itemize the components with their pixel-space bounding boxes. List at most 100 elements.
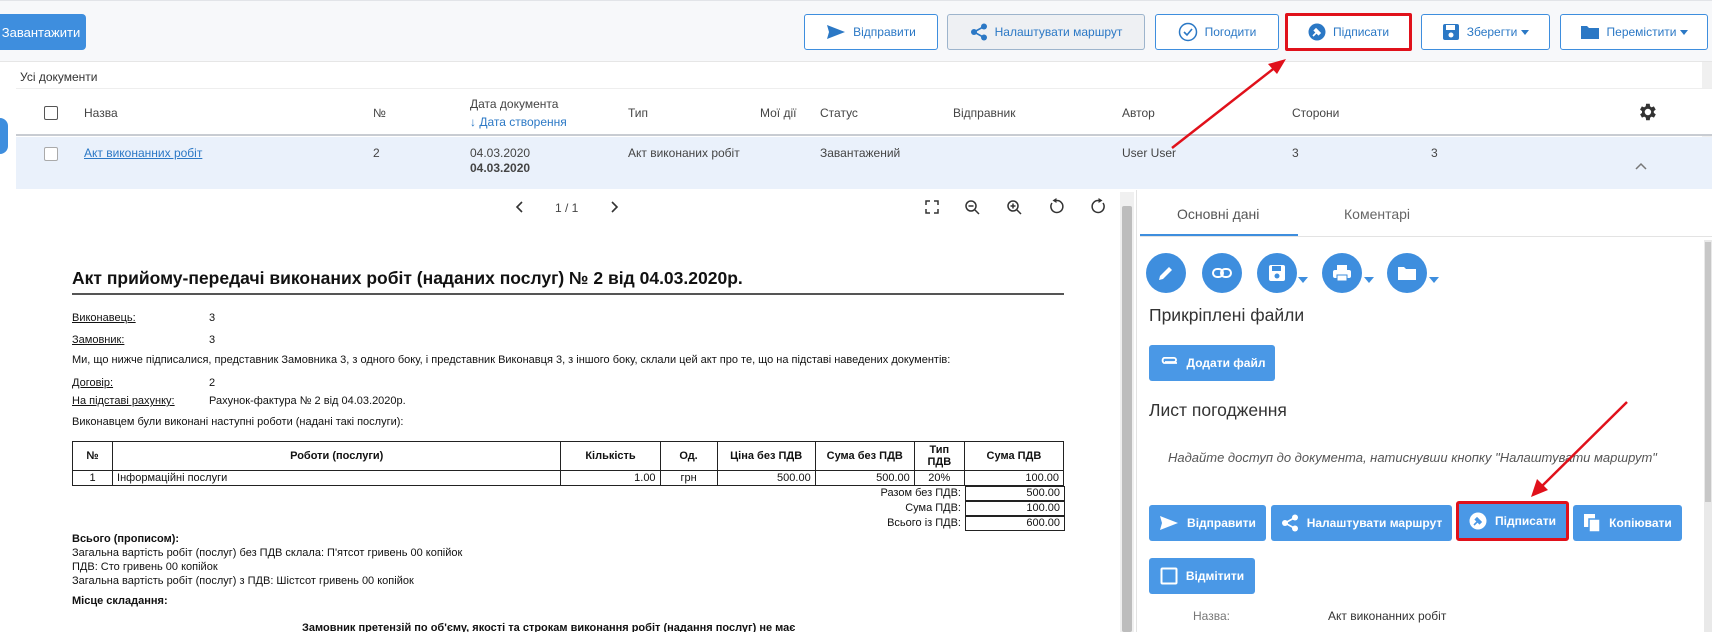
- save-dropdown-button[interactable]: Зберегти: [1421, 14, 1550, 50]
- panel-sign-button[interactable]: Підписати: [1456, 501, 1569, 541]
- column-parties[interactable]: Сторони: [1292, 106, 1339, 120]
- add-file-button[interactable]: Додати файл: [1149, 345, 1275, 381]
- column-author[interactable]: Автор: [1122, 106, 1155, 120]
- share-icon: [970, 23, 987, 41]
- sign-button[interactable]: Підписати: [1285, 13, 1412, 51]
- panel-route-button[interactable]: Налаштувати маршрут: [1271, 505, 1452, 541]
- tab-main-data[interactable]: Основні дані: [1177, 206, 1259, 222]
- customer-value: 3: [209, 334, 216, 346]
- column-my-actions[interactable]: Мої дії: [760, 106, 796, 120]
- col-sum: Сума без ПДВ: [814, 441, 915, 471]
- place-title: Місце складання:: [72, 595, 168, 607]
- row-status: Завантажений: [820, 146, 901, 160]
- cell-no: 1: [71, 470, 114, 486]
- fullscreen-icon[interactable]: [924, 199, 940, 215]
- column-name[interactable]: Назва: [84, 106, 118, 120]
- gear-icon[interactable]: [1636, 101, 1658, 123]
- column-created-sort[interactable]: ↓ Дата створення: [470, 115, 567, 129]
- tab-comments[interactable]: Коментарі: [1344, 206, 1410, 222]
- row-checkbox[interactable]: [44, 147, 58, 161]
- works-table-header: № Роботи (послуги) Кількість Од. Ціна бе…: [71, 441, 1065, 471]
- customer-label: Замовник:: [72, 334, 125, 346]
- pencil-icon: [1159, 267, 1172, 280]
- row-extra: 3: [1431, 146, 1438, 160]
- works-table: № Роботи (послуги) Кількість Од. Ціна бе…: [71, 441, 1065, 486]
- chevron-down-icon[interactable]: [1298, 277, 1308, 283]
- folder-icon: [1580, 26, 1599, 39]
- save-icon: [1269, 265, 1285, 281]
- print-menu-button[interactable]: [1322, 253, 1362, 293]
- column-number[interactable]: №: [373, 106, 386, 120]
- intro-text: Ми, що нижче підписалися, представник За…: [72, 354, 951, 366]
- column-status[interactable]: Статус: [820, 106, 858, 120]
- approve-label: Погодити: [1204, 25, 1257, 39]
- works-intro: Виконавцем були виконані наступні роботи…: [72, 416, 404, 428]
- next-page-icon[interactable]: [608, 200, 620, 214]
- panel-copy-button[interactable]: Копіювати: [1573, 505, 1682, 541]
- rotate-left-icon[interactable]: [1048, 198, 1065, 215]
- sign-icon: [1469, 512, 1487, 530]
- route-button[interactable]: Налаштувати маршрут: [947, 14, 1145, 50]
- prev-page-icon[interactable]: [514, 200, 526, 214]
- row-author: User User: [1122, 146, 1177, 160]
- cell-sum: 500.00: [814, 470, 915, 486]
- move-label: Перемістити: [1606, 25, 1677, 39]
- move-dropdown-button[interactable]: Перемістити: [1560, 14, 1708, 50]
- zoom-in-icon[interactable]: [1006, 199, 1023, 216]
- total-with-vat-value: 600.00: [965, 516, 1065, 531]
- col-works: Роботи (послуги): [112, 441, 562, 471]
- send-button[interactable]: Відправити: [804, 14, 938, 50]
- document-link[interactable]: Акт виконанних робіт: [84, 146, 202, 160]
- detail-name-value: Акт виконанних робіт: [1328, 609, 1447, 623]
- upload-button[interactable]: Завантажити: [0, 14, 86, 50]
- row-number: 2: [373, 146, 380, 160]
- invoice-label: На підставі рахунку:: [72, 395, 175, 407]
- executor-value: 3: [209, 312, 216, 324]
- cell-qty: 1.00: [560, 470, 661, 486]
- column-date[interactable]: Дата документа: [470, 97, 558, 111]
- row-type: Акт виконаних робіт: [628, 146, 740, 160]
- save-menu-button[interactable]: [1257, 253, 1297, 293]
- words-line-2: ПДВ: Сто гривень 00 копійок: [72, 561, 218, 573]
- link-icon: [1212, 268, 1232, 278]
- panel-send-button[interactable]: Відправити: [1149, 505, 1266, 541]
- approve-button[interactable]: Погодити: [1155, 14, 1279, 50]
- cell-price: 500.00: [716, 470, 816, 486]
- chevron-down-icon[interactable]: [1364, 277, 1374, 283]
- panel-sign-label: Підписати: [1495, 514, 1556, 528]
- panel-mark-button[interactable]: Відмітити: [1149, 558, 1255, 594]
- approval-sheet-title: Лист погодження: [1149, 400, 1287, 420]
- total-vat-label: Сума ПДВ:: [905, 502, 961, 514]
- chevron-up-icon[interactable]: [1634, 161, 1648, 171]
- cell-vat-sum: 100.00: [963, 470, 1065, 486]
- column-type[interactable]: Тип: [628, 106, 648, 120]
- chevron-down-icon: [1680, 29, 1689, 35]
- link-button[interactable]: [1202, 253, 1242, 293]
- viewer-scrollbar-thumb[interactable]: [1122, 206, 1132, 632]
- add-file-label: Додати файл: [1186, 356, 1266, 370]
- select-all-checkbox[interactable]: [44, 106, 58, 120]
- edit-button[interactable]: [1146, 253, 1186, 293]
- save-label: Зберегти: [1466, 25, 1518, 39]
- column-sender[interactable]: Відправник: [953, 106, 1015, 120]
- breadcrumb[interactable]: Усі документи: [20, 70, 98, 84]
- save-icon: [1442, 24, 1459, 40]
- zoom-out-icon[interactable]: [964, 199, 981, 216]
- sidebar-toggle[interactable]: [0, 118, 8, 154]
- rotate-right-icon[interactable]: [1090, 198, 1107, 215]
- table-row[interactable]: Акт виконанних робіт 2 04.03.2020 04.03.…: [16, 137, 1712, 189]
- panel-scrollbar-thumb[interactable]: [1705, 242, 1711, 502]
- page-indicator: 1 / 1: [555, 201, 579, 215]
- chevron-down-icon[interactable]: [1429, 277, 1439, 283]
- documents-table-header: Назва № Дата документа ↓ Дата створення …: [16, 88, 1712, 136]
- chevron-down-icon: [1521, 29, 1530, 35]
- upload-label: Завантажити: [1, 24, 81, 40]
- folder-menu-button[interactable]: [1387, 253, 1427, 293]
- row-created: 04.03.2020: [470, 161, 531, 175]
- total-no-vat-value: 500.00: [965, 486, 1065, 501]
- detail-name-label: Назва:: [1193, 609, 1230, 623]
- tabs-divider: [1140, 236, 1712, 237]
- cell-unit: грн: [659, 470, 718, 486]
- col-unit: Од.: [659, 441, 718, 471]
- panel-route-label: Налаштувати маршрут: [1306, 516, 1443, 530]
